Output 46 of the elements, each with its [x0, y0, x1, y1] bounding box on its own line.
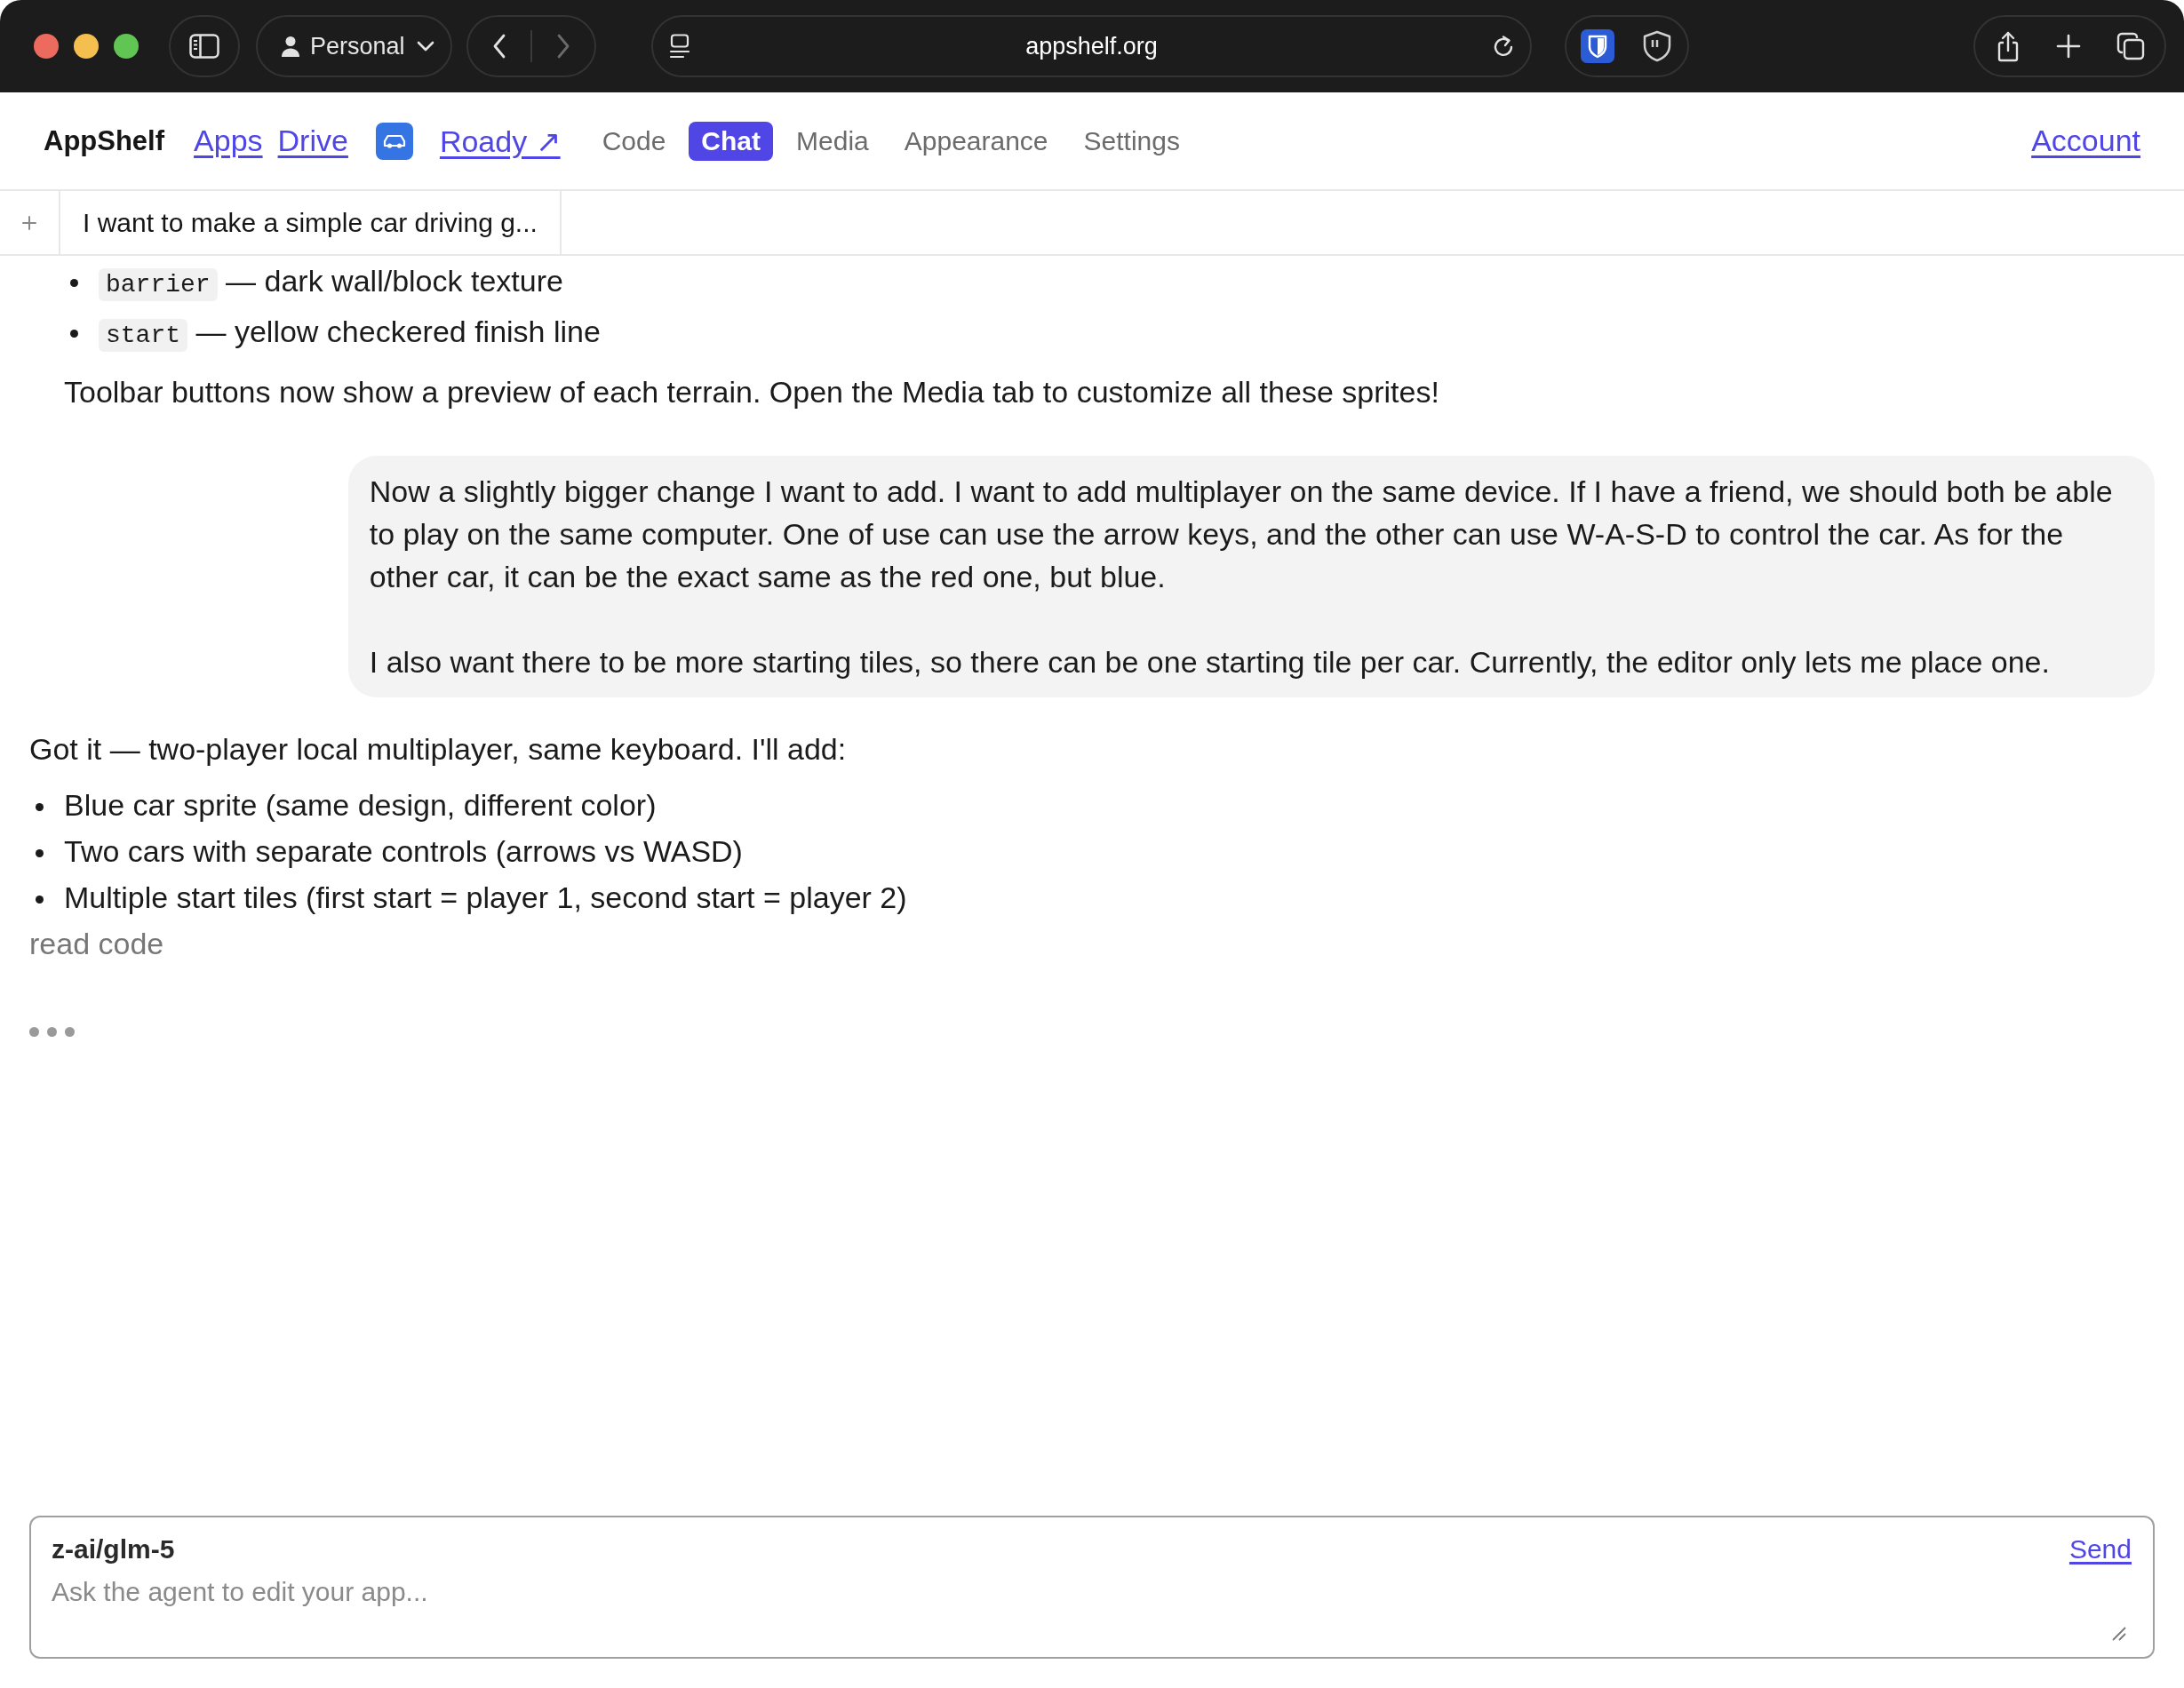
list-item: Two cars with separate controls (arrows vs WASD)	[64, 833, 743, 870]
bullet-icon	[36, 896, 44, 904]
nav-link[interactable]: Drive	[277, 123, 348, 158]
message-text: I also want there to be more starting tiles, so there can be one starting tile per car. Currently, the editor only lets me place one.	[369, 644, 2051, 681]
message-text: Toolbar buttons now show a preview of each terrain. Open the Media tab to customize all these sprites!	[64, 374, 1440, 410]
person-icon	[281, 36, 300, 57]
resize-handle-icon[interactable]	[2110, 1625, 2126, 1641]
fullscreen-icon[interactable]	[114, 34, 139, 59]
project-link[interactable]: Roady ↗	[439, 123, 561, 159]
model-label: z-ai/glm-5	[52, 1533, 176, 1565]
list-item: Blue car sprite (same design, different color)	[64, 787, 657, 824]
message-input[interactable]: Ask the agent to edit your app...	[52, 1576, 2069, 1638]
bullet-icon	[70, 279, 78, 287]
nav-tab[interactable]: Chat	[689, 121, 774, 161]
message-composer-field[interactable]: z-ai/glm-5 Send Ask the agent to edit your app...	[29, 1516, 2155, 1659]
chevron-right-icon	[556, 34, 570, 59]
nav-tab[interactable]: Media	[784, 121, 881, 161]
profile-button[interactable]: Personal	[256, 15, 452, 77]
chevron-down-icon	[416, 41, 434, 52]
send-link[interactable]: Send	[2068, 1533, 2132, 1565]
message-text: Got it — two-player local multiplayer, same keyboard. I'll add:	[29, 731, 848, 768]
nav-link[interactable]: Apps	[194, 123, 263, 158]
message-text: Now a slightly bigger change I want to add. I want to add multiplayer on the same device. If I have a friend, we should both be able to play on the same computer. One of use can use the arrow keys, and the other can use W-A-S-D to control the car. As for the other car, it can be the exact same as the red one, but blue.	[369, 474, 2114, 595]
nav-tab[interactable]: Appearance	[891, 121, 1061, 161]
tool-step-toggle[interactable]: read code	[29, 922, 2155, 965]
reader-icon[interactable]	[669, 34, 690, 59]
nav-tab[interactable]: Code	[589, 121, 679, 161]
bullet-icon	[36, 849, 44, 857]
close-icon[interactable]	[34, 34, 59, 59]
tab-overview-icon[interactable]	[2116, 32, 2145, 60]
bullet-icon	[70, 330, 78, 338]
minimize-icon[interactable]	[74, 34, 99, 59]
list-item: Multiple start tiles (first start = player 1, second start = player 2)	[64, 880, 907, 916]
bullet-icon	[36, 803, 44, 811]
address-field[interactable]: appshelf.org	[651, 15, 1532, 77]
car-icon	[375, 122, 413, 160]
nav-tab[interactable]: Settings	[1071, 121, 1192, 161]
chevron-left-icon	[492, 34, 506, 59]
app-title: AppShelf	[44, 124, 165, 157]
reload-icon[interactable]	[1492, 34, 1515, 59]
shield-icon[interactable]	[1580, 29, 1614, 63]
account-link[interactable]: Account	[2031, 123, 2140, 158]
list-item: start — yellow checkered finish line	[99, 310, 601, 357]
list-item: barrier — dark wall/block texture	[99, 259, 563, 307]
sidebar-icon	[189, 34, 219, 59]
plus-icon[interactable]	[2055, 34, 2081, 59]
